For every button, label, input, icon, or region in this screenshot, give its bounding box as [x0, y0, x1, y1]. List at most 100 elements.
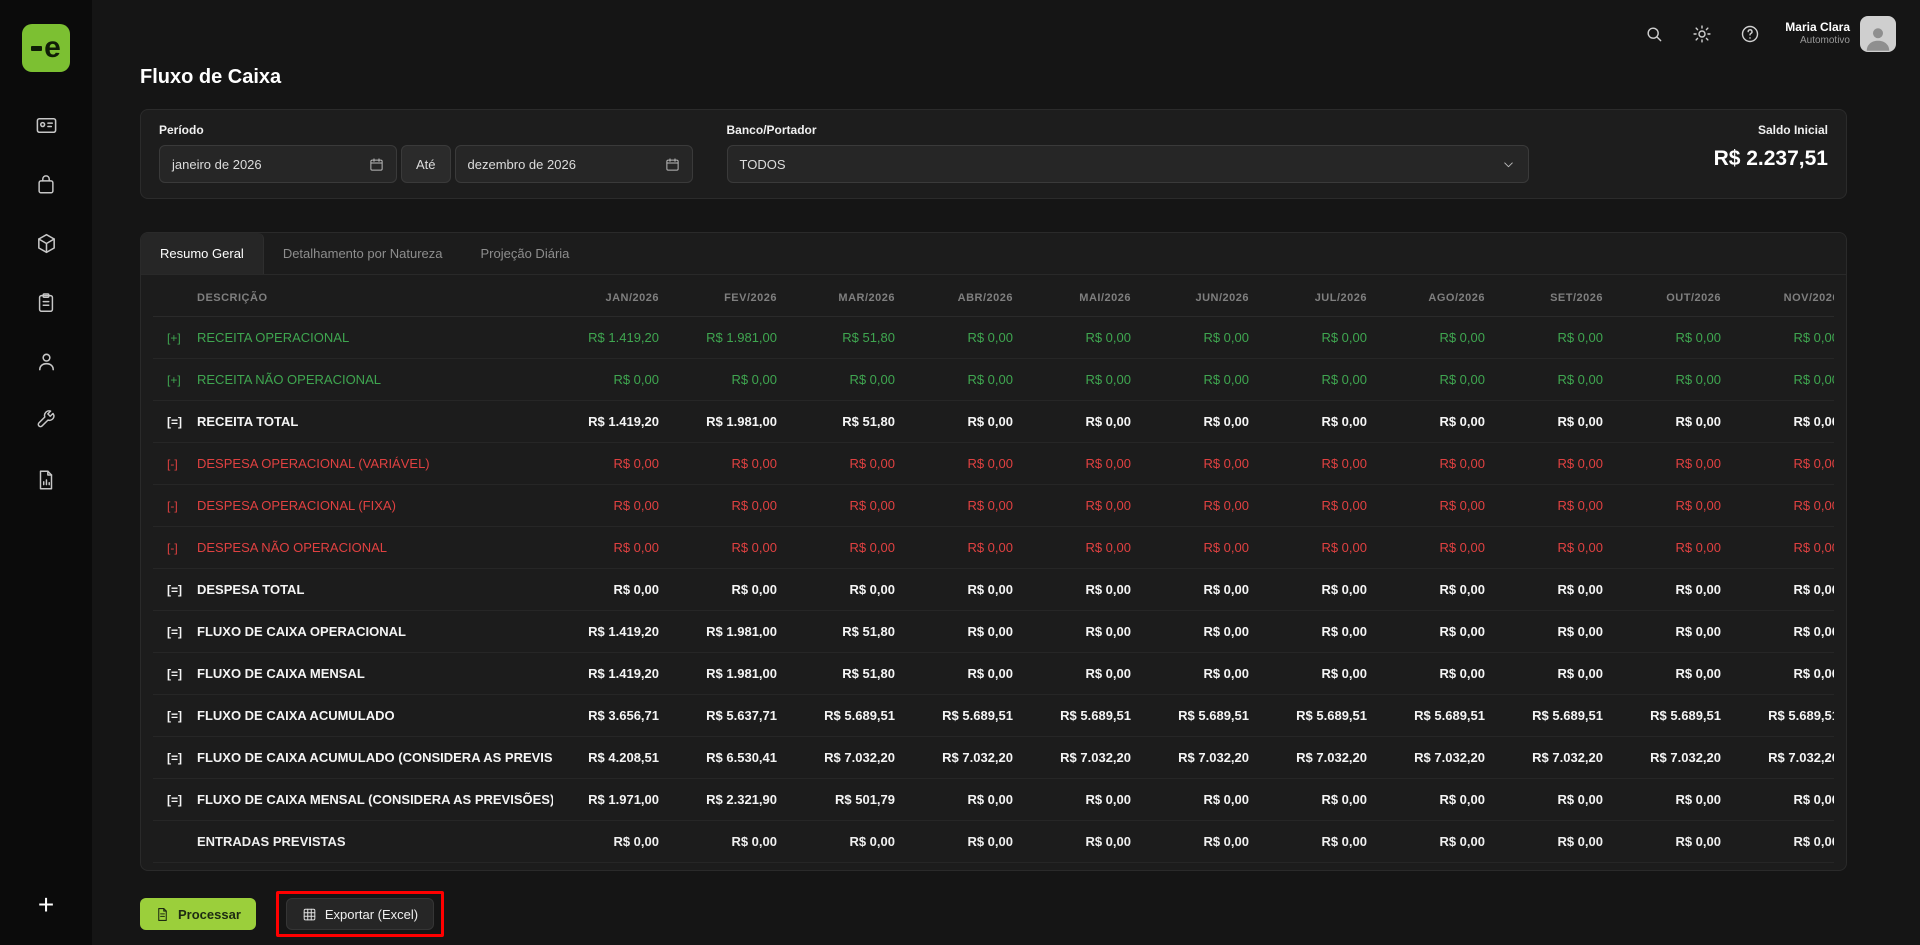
logo-bar	[31, 46, 42, 51]
table-row: [=]RECEITA TOTALR$ 1.419,20R$ 1.981,00R$…	[153, 401, 1834, 443]
row-sign: [+]	[167, 373, 197, 387]
cell-value: R$ 0,00	[907, 485, 1025, 527]
cell-value: R$ 5.689,51	[1261, 695, 1379, 737]
cell-value: R$ 0,00	[1379, 359, 1497, 401]
table-row: [=]FLUXO DE CAIXA ACUMULADO (CONSIDERA A…	[153, 737, 1834, 779]
cell-value: R$ 0,00	[789, 485, 907, 527]
cell-value: R$ 0,00	[1143, 653, 1261, 695]
user-icon	[35, 350, 58, 378]
chevron-down-icon	[1501, 157, 1516, 172]
cell-value: R$ 0,00	[789, 443, 907, 485]
column-header-descricao: DESCRIÇÃO	[153, 279, 553, 317]
main-content: Fluxo de Caixa Período janeiro de 2026 A…	[92, 0, 1920, 945]
date-from-input[interactable]: janeiro de 2026	[159, 145, 397, 183]
table-scroll-area[interactable]: DESCRIÇÃOJAN/2026FEV/2026MAR/2026ABR/202…	[153, 279, 1834, 863]
table-row: [+]RECEITA NÃO OPERACIONALR$ 0,00R$ 0,00…	[153, 359, 1834, 401]
cell-value: R$ 0,00	[1615, 779, 1733, 821]
cell-value: R$ 5.637,71	[671, 695, 789, 737]
cell-value: R$ 0,00	[1261, 527, 1379, 569]
export-excel-button[interactable]: Exportar (Excel)	[286, 898, 434, 930]
cell-value: R$ 0,00	[1261, 359, 1379, 401]
cell-value: R$ 0,00	[1733, 359, 1834, 401]
column-header-month: ABR/2026	[907, 279, 1025, 317]
initial-balance-label: Saldo Inicial	[1758, 123, 1828, 137]
process-button[interactable]: Processar	[140, 898, 256, 930]
cell-value: R$ 0,00	[1025, 443, 1143, 485]
cell-value: R$ 0,00	[1733, 569, 1834, 611]
cell-value: R$ 0,00	[1379, 821, 1497, 863]
date-to-input[interactable]: dezembro de 2026	[455, 145, 693, 183]
results-panel: Resumo Geral Detalhamento por Natureza P…	[140, 232, 1847, 871]
cell-value: R$ 1.981,00	[671, 653, 789, 695]
cell-value: R$ 0,00	[553, 821, 671, 863]
row-label: DESPESA NÃO OPERACIONAL	[197, 540, 387, 555]
cell-value: R$ 1.981,00	[671, 401, 789, 443]
cell-value: R$ 0,00	[1261, 569, 1379, 611]
cell-value: R$ 0,00	[907, 611, 1025, 653]
row-sign: [=]	[167, 709, 197, 723]
tab-projecao-diaria[interactable]: Projeção Diária	[462, 233, 589, 274]
cell-value: R$ 0,00	[1025, 821, 1143, 863]
cell-value: R$ 7.032,20	[789, 737, 907, 779]
cell-value: R$ 0,00	[1615, 821, 1733, 863]
table-row: [-]DESPESA OPERACIONAL (FIXA)R$ 0,00R$ 0…	[153, 485, 1834, 527]
period-label: Período	[159, 123, 693, 137]
cell-value: R$ 0,00	[1615, 611, 1733, 653]
date-from-value: janeiro de 2026	[172, 157, 262, 172]
user-menu[interactable]: Maria Clara Automotivo	[1785, 16, 1896, 52]
cell-value: R$ 0,00	[1497, 821, 1615, 863]
table-row: [=]FLUXO DE CAIXA ACUMULADOR$ 3.656,71R$…	[153, 695, 1834, 737]
cell-value: R$ 0,00	[1261, 779, 1379, 821]
logo-letter: e	[44, 33, 61, 63]
sidebar-item-tools[interactable]	[26, 409, 66, 437]
export-button-label: Exportar (Excel)	[325, 907, 418, 922]
cell-value: R$ 0,00	[1615, 401, 1733, 443]
sidebar-item-sales[interactable]	[26, 173, 66, 201]
cell-value: R$ 0,00	[1615, 443, 1733, 485]
user-role: Automotivo	[1785, 35, 1850, 48]
wrench-icon	[35, 410, 57, 437]
cell-value: R$ 0,00	[789, 527, 907, 569]
row-sign: [+]	[167, 331, 197, 345]
sidebar-item-reports[interactable]	[26, 468, 66, 496]
cell-value: R$ 0,00	[1733, 317, 1834, 359]
calendar-icon	[665, 157, 680, 172]
cell-value: R$ 0,00	[553, 359, 671, 401]
sidebar-item-products[interactable]	[26, 232, 66, 260]
sidebar-item-customers[interactable]	[26, 350, 66, 378]
cell-value: R$ 0,00	[1379, 569, 1497, 611]
sidebar: e	[0, 0, 92, 945]
avatar-person-icon	[1863, 22, 1893, 52]
cell-value: R$ 7.032,20	[1261, 737, 1379, 779]
sidebar-item-orders[interactable]	[26, 291, 66, 319]
cell-value: R$ 7.032,20	[1733, 737, 1834, 779]
tab-detalhamento-natureza[interactable]: Detalhamento por Natureza	[264, 233, 462, 274]
bank-select[interactable]: TODOS	[727, 145, 1529, 183]
cell-value: R$ 0,00	[1025, 611, 1143, 653]
cell-value: R$ 0,00	[789, 821, 907, 863]
help-icon[interactable]	[1737, 21, 1763, 47]
cell-value: R$ 0,00	[1733, 527, 1834, 569]
cell-value: R$ 0,00	[671, 443, 789, 485]
row-label: DESPESA OPERACIONAL (FIXA)	[197, 498, 396, 513]
cell-value: R$ 0,00	[1497, 359, 1615, 401]
app-logo[interactable]: e	[22, 24, 70, 72]
search-icon[interactable]	[1641, 21, 1667, 47]
sidebar-item-dashboard[interactable]	[26, 114, 66, 142]
avatar[interactable]	[1860, 16, 1896, 52]
cell-value: R$ 0,00	[1143, 569, 1261, 611]
add-button[interactable]: +	[0, 891, 92, 919]
row-label: FLUXO DE CAIXA MENSAL (CONSIDERA AS PREV…	[197, 792, 553, 807]
theme-sun-icon[interactable]	[1689, 21, 1715, 47]
cell-value: R$ 0,00	[1261, 485, 1379, 527]
row-label: RECEITA NÃO OPERACIONAL	[197, 372, 381, 387]
cell-value: R$ 0,00	[1261, 821, 1379, 863]
cell-value: R$ 4.208,51	[553, 737, 671, 779]
cell-value: R$ 7.032,20	[907, 737, 1025, 779]
id-card-icon	[35, 114, 58, 142]
cell-value: R$ 0,00	[1143, 485, 1261, 527]
tab-bar: Resumo Geral Detalhamento por Natureza P…	[141, 233, 1846, 275]
cell-value: R$ 0,00	[553, 527, 671, 569]
cell-value: R$ 0,00	[1143, 611, 1261, 653]
tab-resumo-geral[interactable]: Resumo Geral	[141, 233, 264, 274]
